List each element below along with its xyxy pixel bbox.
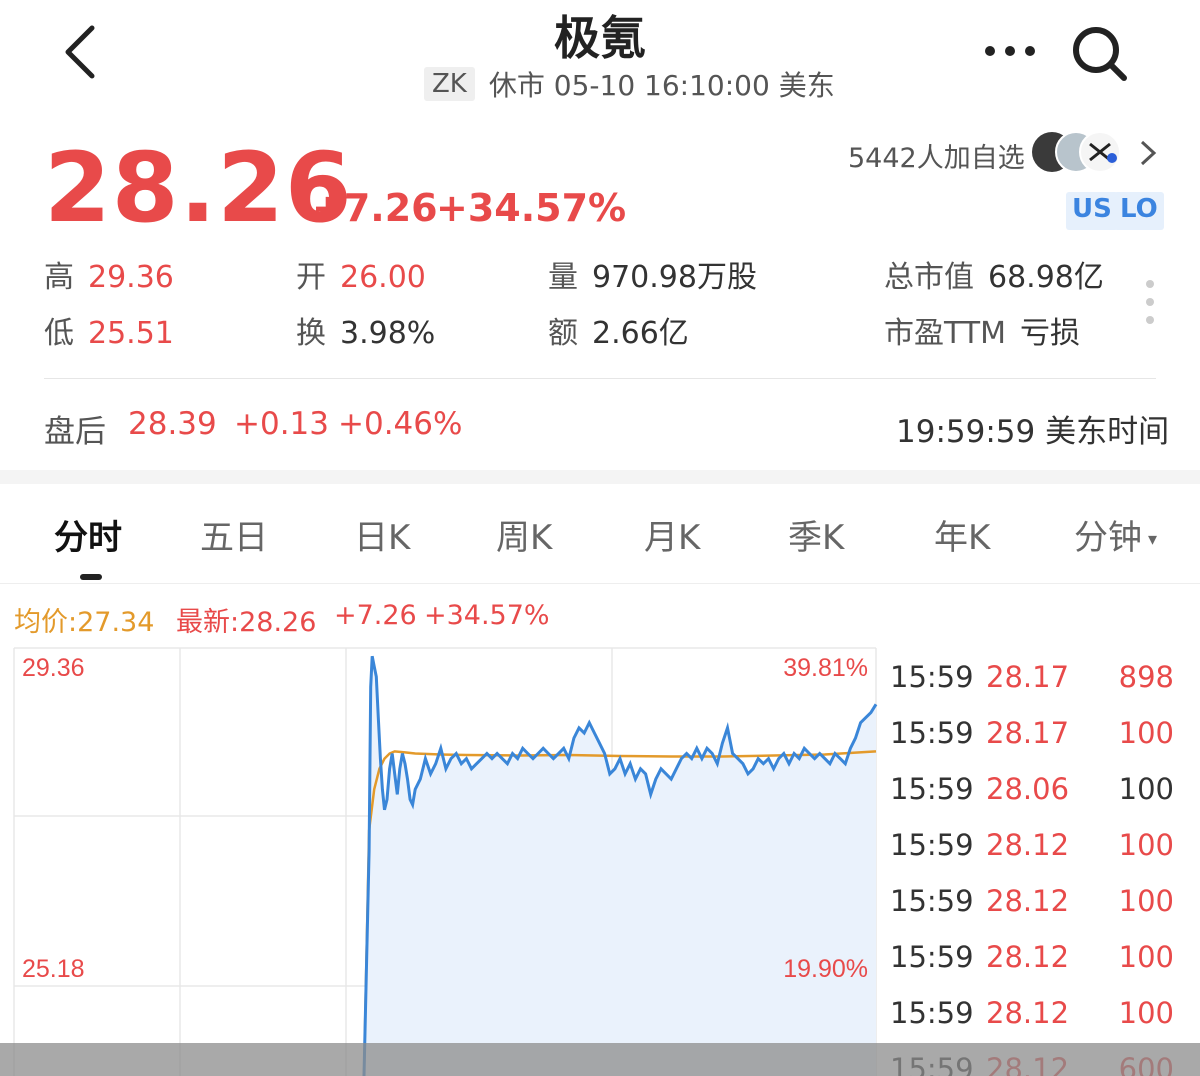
stat-label: 市盈TTM <box>884 316 1007 351</box>
stat-high: 高 29.36 <box>44 252 174 296</box>
trade-row: 15:59 28.12 100 <box>890 884 1180 940</box>
stat-value: 3.98% <box>340 316 436 351</box>
trade-volume: 100 <box>1118 716 1174 750</box>
stat-label: 开 <box>296 260 326 295</box>
trade-row: 15:59 28.12 100 <box>890 940 1180 996</box>
avatar-stack[interactable] <box>1032 128 1124 176</box>
bottom-overlay-bar <box>0 1043 1200 1076</box>
caret-down-icon: ▾ <box>1148 529 1158 550</box>
tab-weekly-k[interactable]: 周K <box>496 510 552 559</box>
stat-value: 29.36 <box>88 260 174 295</box>
trade-volume: 100 <box>1118 940 1174 974</box>
ticker-badge: ZK <box>424 67 475 101</box>
tabs-divider <box>0 583 1200 584</box>
trade-time: 15:59 <box>890 940 974 974</box>
stat-pe-ttm: 市盈TTM 亏损 <box>884 308 1080 352</box>
after-hours-change-pct: +0.46% <box>338 406 463 442</box>
divider <box>44 378 1156 379</box>
tab-daily-k[interactable]: 日K <box>354 510 410 559</box>
last-price: 28.26 <box>44 132 353 244</box>
stat-value: 25.51 <box>88 316 174 351</box>
trade-time: 15:59 <box>890 828 974 862</box>
y-tick-right-top: 39.81% <box>783 654 868 682</box>
trade-time: 15:59 <box>890 996 974 1030</box>
price-area-fill <box>364 656 876 1076</box>
y-tick-mid: 25.18 <box>22 955 85 983</box>
after-hours-time: 19:59:59 美东时间 <box>896 414 1170 450</box>
market-badge-us: US <box>1066 192 1118 230</box>
stat-value: 2.66亿 <box>592 316 689 351</box>
legend-last-price: 最新:28.26 <box>176 607 317 638</box>
legend-avg-price: 均价:27.34 <box>14 607 155 638</box>
trade-volume: 100 <box>1118 884 1174 918</box>
after-hours-label: 盘后 <box>44 414 106 450</box>
search-icon[interactable] <box>1068 22 1132 86</box>
trade-price: 28.17 <box>986 716 1070 750</box>
y-tick-top: 29.36 <box>22 654 85 682</box>
trade-volume: 898 <box>1118 660 1174 694</box>
stat-market-cap: 总市值 68.98亿 <box>884 252 1104 296</box>
intraday-chart[interactable]: 29.36 25.18 39.81% 19.90% <box>0 640 880 1076</box>
chevron-right-icon[interactable] <box>1136 138 1160 168</box>
stat-value: 68.98亿 <box>988 260 1104 295</box>
stat-value: 970.98万股 <box>592 260 757 295</box>
tab-quarterly-k[interactable]: 季K <box>788 510 844 559</box>
stat-value: 26.00 <box>340 260 426 295</box>
legend-change: +7.26 <box>334 600 417 631</box>
trade-price: 28.12 <box>986 996 1070 1030</box>
trade-volume: 100 <box>1118 996 1174 1030</box>
section-separator <box>0 470 1200 484</box>
stat-label: 换 <box>296 316 326 351</box>
stat-turnover: 换 3.98% <box>296 308 435 352</box>
trade-volume: 100 <box>1118 772 1174 806</box>
stat-label: 高 <box>44 260 74 295</box>
market-status-row: ZK 休市 05-10 16:10:00 美东 <box>424 64 835 104</box>
market-badge-lo: LO <box>1114 192 1164 230</box>
trade-volume: 100 <box>1118 828 1174 862</box>
stat-label: 低 <box>44 316 74 351</box>
trade-time: 15:59 <box>890 772 974 806</box>
trade-row: 15:59 28.17 898 <box>890 660 1180 716</box>
stat-label: 额 <box>548 316 578 351</box>
trade-price: 28.17 <box>986 660 1070 694</box>
tab-monthly-k[interactable]: 月K <box>644 510 700 559</box>
stat-low: 低 25.51 <box>44 308 174 352</box>
stat-label: 量 <box>548 260 578 295</box>
trade-row: 15:59 28.06 100 <box>890 772 1180 828</box>
trade-time: 15:59 <box>890 716 974 750</box>
stat-label: 总市值 <box>884 260 974 295</box>
tab-minute-label: 分钟 <box>1074 518 1142 558</box>
stat-value: 亏损 <box>1020 316 1081 351</box>
trade-time: 15:59 <box>890 884 974 918</box>
trade-price: 28.12 <box>986 940 1070 974</box>
stat-amount: 额 2.66亿 <box>548 308 689 352</box>
trade-price: 28.06 <box>986 772 1070 806</box>
tab-minute[interactable]: 分钟 ▾ <box>1074 510 1157 559</box>
tab-five-day[interactable]: 五日 <box>200 510 268 559</box>
after-hours-change: +0.13 <box>234 406 329 442</box>
more-stats-icon[interactable] <box>1140 278 1160 326</box>
trade-price: 28.12 <box>986 884 1070 918</box>
active-tab-indicator <box>80 574 102 580</box>
legend-change-pct: +34.57% <box>424 600 550 631</box>
tab-intraday[interactable]: 分时 <box>54 510 122 559</box>
watchlist-count[interactable]: 5442人加自选 <box>848 136 1025 175</box>
stat-open: 开 26.00 <box>296 252 426 296</box>
trade-price: 28.12 <box>986 828 1070 862</box>
tab-yearly-k[interactable]: 年K <box>934 510 990 559</box>
price-change: +7.26 <box>312 186 438 230</box>
market-status: 休市 05-10 16:10:00 美东 <box>488 69 835 102</box>
trade-row: 15:59 28.12 100 <box>890 828 1180 884</box>
trade-time: 15:59 <box>890 660 974 694</box>
after-hours-price: 28.39 <box>128 406 217 442</box>
trade-row: 15:59 28.17 100 <box>890 716 1180 772</box>
stat-volume: 量 970.98万股 <box>548 252 757 296</box>
more-icon[interactable] <box>982 36 1038 66</box>
y-tick-right-mid: 19.90% <box>783 955 868 983</box>
price-change-pct: +34.57% <box>436 186 627 230</box>
